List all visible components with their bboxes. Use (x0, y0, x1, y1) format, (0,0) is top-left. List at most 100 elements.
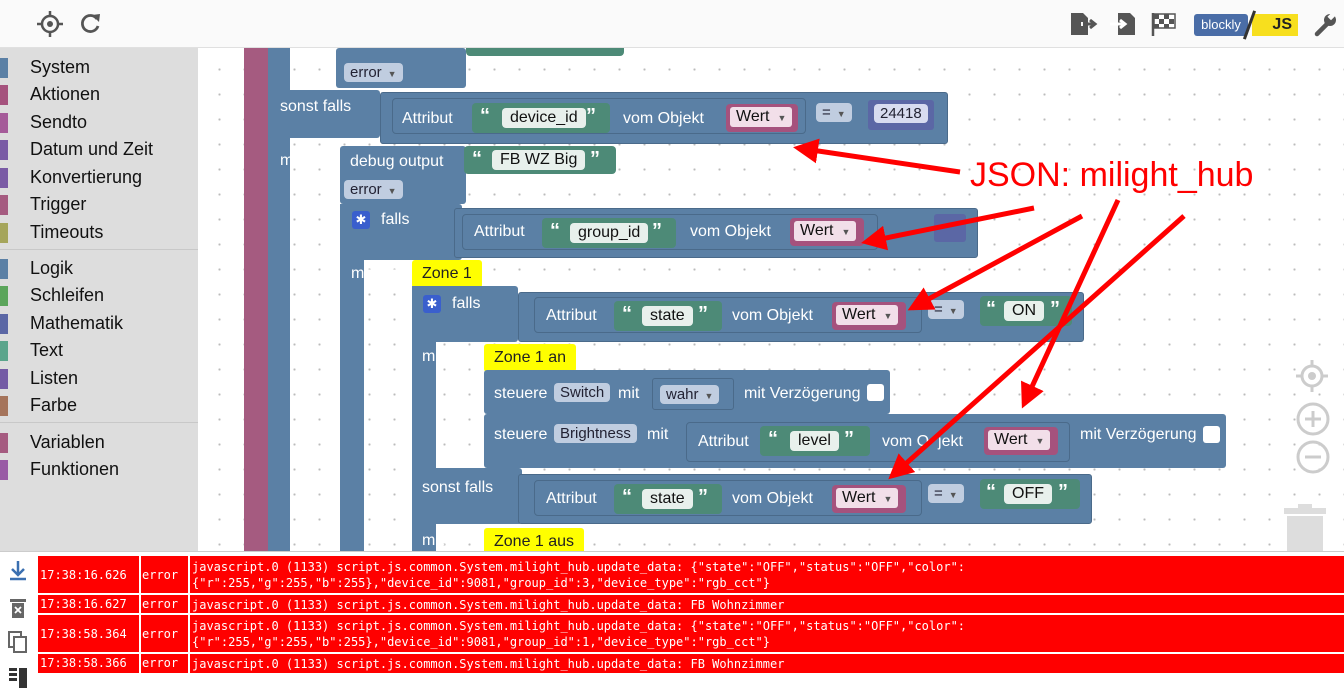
dropdown-value: wahr (666, 386, 699, 403)
dropdown-value: Wert (800, 222, 834, 239)
quote-open-icon: “ (622, 303, 632, 325)
comment-zone-1[interactable]: Zone 1 (412, 260, 482, 288)
import-icon[interactable] (1108, 10, 1136, 38)
blockly-js-toggle[interactable]: blockly JS (1190, 10, 1300, 40)
gear-icon[interactable]: ✱ (352, 211, 370, 229)
category-swatch (0, 85, 8, 105)
wert-block[interactable]: Wert ▼ (832, 485, 906, 513)
wert-block[interactable]: Wert ▼ (726, 104, 798, 132)
dropdown-arrow-icon: ▼ (948, 490, 958, 500)
vom-objekt-label: vom O jekt (882, 433, 963, 451)
category-logik[interactable]: Logik (0, 255, 198, 281)
string-value: ON (1004, 301, 1044, 321)
blockly-workspace[interactable]: error ▼ sonst falls Attribut “device_id” … (198, 48, 1344, 551)
string-block-off[interactable]: “ OFF ” (980, 479, 1080, 509)
checkered-flag-icon[interactable] (1150, 10, 1178, 38)
operator-dropdown[interactable]: = ▼ (928, 484, 964, 503)
category-swatch (0, 286, 8, 306)
zoom-out-icon[interactable] (1296, 440, 1330, 474)
boolean-dropdown[interactable]: wahr ▼ (660, 385, 720, 404)
dropdown-arrow-icon: ▼ (777, 113, 787, 123)
category-schleifen[interactable]: Schleifen (0, 282, 198, 308)
wert-dropdown[interactable]: Wert ▼ (794, 221, 857, 241)
switch-field[interactable]: Switch (554, 383, 611, 402)
center-icon[interactable] (1294, 358, 1330, 394)
operator-dropdown[interactable]: = ▼ (816, 103, 852, 122)
quote-open-icon: “ (622, 486, 632, 508)
quote-open-icon: “ (480, 105, 490, 127)
blockly-label: blockly (1194, 14, 1248, 36)
category-konvertierung[interactable]: Konvertierung (0, 164, 198, 190)
category-swatch (0, 314, 8, 334)
sonst-falls-label: sonst falls (280, 98, 352, 115)
toolbar: blockly JS (0, 0, 1344, 48)
operator-dropdown[interactable]: = ▼ (928, 300, 964, 319)
wert-dropdown[interactable]: Wert ▼ (836, 488, 899, 508)
category-datum-und-zeit[interactable]: Datum und Zeit (0, 136, 198, 162)
wert-dropdown[interactable]: Wert ▼ (836, 305, 899, 325)
string-value: group_id (570, 223, 649, 243)
string-block-group-id[interactable]: “ group_id” (542, 218, 676, 248)
category-farbe[interactable]: Farbe (0, 392, 198, 418)
sonst-falls-label: sonst falls (422, 479, 494, 496)
string-block-on[interactable]: “ ON ” (980, 296, 1072, 326)
trigger-block-bar[interactable] (244, 48, 268, 551)
category-funktionen[interactable]: Funktionen (0, 456, 198, 482)
category-system[interactable]: System (0, 54, 198, 80)
string-block-top[interactable] (466, 48, 624, 56)
refresh-icon[interactable] (76, 10, 104, 38)
delay-checkbox[interactable] (867, 384, 884, 401)
category-aktionen[interactable]: Aktionen (0, 81, 198, 107)
dropdown-value: = (822, 104, 831, 121)
wert-block[interactable]: Wert ▼ (832, 302, 906, 330)
string-block-fb-wz-big[interactable]: “ FB WZ Big” (464, 146, 616, 174)
falls-label: falls (452, 295, 481, 312)
string-block-state[interactable]: “ state” (614, 484, 722, 514)
category-swatch (0, 433, 8, 453)
category-label: Funktionen (30, 459, 120, 479)
number-value[interactable]: 24418 (874, 104, 928, 123)
wrench-icon[interactable] (1312, 10, 1340, 38)
export-icon[interactable] (1068, 10, 1098, 38)
panel-toggle-icon[interactable] (6, 664, 30, 688)
quote-open-icon: “ (768, 428, 778, 450)
scroll-down-icon[interactable] (6, 558, 30, 582)
string-block-level[interactable]: “ level” (760, 426, 870, 456)
zoom-in-icon[interactable] (1296, 402, 1330, 436)
mit-label: mit (647, 426, 669, 443)
category-sendto[interactable]: Sendto (0, 109, 198, 135)
category-mathematik[interactable]: Mathematik (0, 310, 198, 336)
number-block-hidden[interactable] (934, 214, 966, 242)
copy-icon[interactable] (6, 630, 30, 654)
comment-zone-1-an[interactable]: Zone 1 an (484, 344, 577, 372)
dropdown-value: Wert (842, 306, 876, 323)
string-block-device-id[interactable]: “ device_id” (472, 103, 610, 133)
category-listen[interactable]: Listen (0, 365, 198, 391)
category-timeouts[interactable]: Timeouts (0, 219, 198, 245)
category-text[interactable]: Text (0, 337, 198, 363)
dropdown-value: = (934, 485, 943, 502)
log-level-dropdown[interactable]: error ▼ (344, 63, 403, 82)
clear-log-icon[interactable] (6, 596, 30, 620)
category-variablen[interactable]: Variablen (0, 429, 198, 455)
comment-zone-1-aus[interactable]: Zone 1 aus (484, 528, 585, 551)
log-level-dropdown[interactable]: error ▼ (344, 180, 403, 199)
category-trigger[interactable]: Trigger (0, 191, 198, 217)
wert-dropdown[interactable]: Wert ▼ (730, 107, 793, 127)
wert-dropdown[interactable]: Wert ▼ (988, 430, 1051, 450)
string-block-state[interactable]: “ state” (614, 301, 722, 331)
log-row: 17:38:16.626 error javascript.0 (1133) s… (38, 556, 1344, 595)
quote-close-icon: ” (1050, 298, 1060, 320)
wert-block[interactable]: Wert ▼ (984, 427, 1058, 455)
category-swatch (0, 259, 8, 279)
crosshair-icon[interactable] (36, 10, 64, 38)
brightness-field[interactable]: Brightness (554, 424, 637, 443)
gear-icon[interactable]: ✱ (423, 295, 441, 313)
dropdown-value: error (350, 64, 382, 81)
trash-icon[interactable] (1282, 504, 1328, 551)
wert-block[interactable]: Wert ▼ (790, 218, 864, 246)
dropdown-arrow-icon: ▼ (883, 311, 893, 321)
delay-checkbox[interactable] (1203, 426, 1220, 443)
vom-objekt-part-1: vom O (882, 433, 930, 450)
string-value: OFF (1004, 484, 1052, 504)
